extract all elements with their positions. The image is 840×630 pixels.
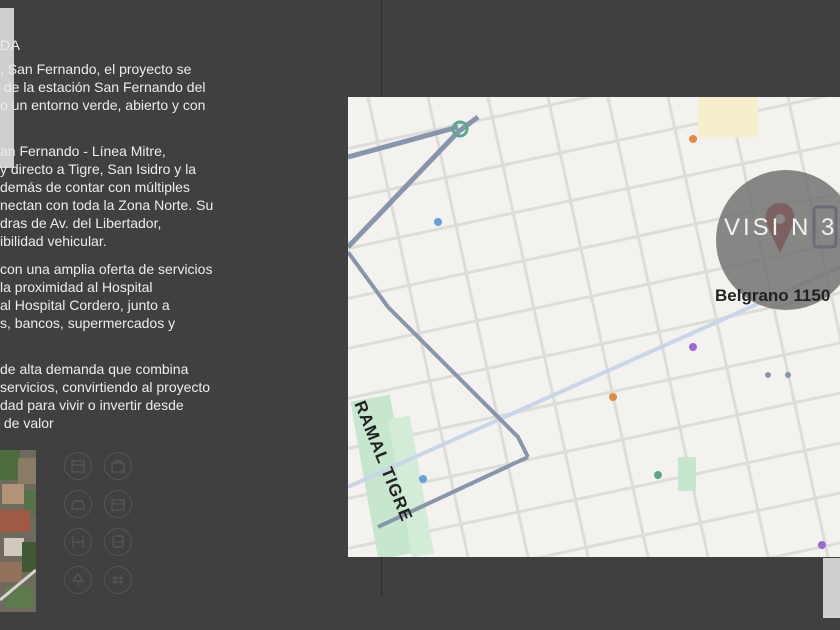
train-icon xyxy=(104,566,132,594)
car-icon xyxy=(64,490,92,518)
hospital-icon xyxy=(64,528,92,556)
location-paragraph: , San Fernando, el proyecto se de la est… xyxy=(0,61,206,113)
transport-paragraph: an Fernando - Línea Mitre, y directo a T… xyxy=(0,143,214,249)
presentation-slide: DA , San Fernando, el proyecto se de la … xyxy=(0,0,840,630)
aerial-photo xyxy=(0,450,36,612)
building-icon xyxy=(104,490,132,518)
section-heading: DA xyxy=(0,37,21,53)
address-label: Belgrano 1150 xyxy=(715,286,831,305)
investment-paragraph: de alta demanda que combina servicios, c… xyxy=(0,361,211,431)
location-map[interactable] xyxy=(348,97,840,557)
storefront-icon xyxy=(64,452,92,480)
amenity-icons xyxy=(64,450,136,600)
bag-icon xyxy=(104,452,132,480)
services-paragraph: con una amplia oferta de servicios la pr… xyxy=(0,261,213,331)
vision-logo-text: VISI N 3 xyxy=(724,214,838,241)
right-edge-strip xyxy=(823,558,840,618)
bus-icon xyxy=(104,528,132,556)
tree-icon xyxy=(64,566,92,594)
